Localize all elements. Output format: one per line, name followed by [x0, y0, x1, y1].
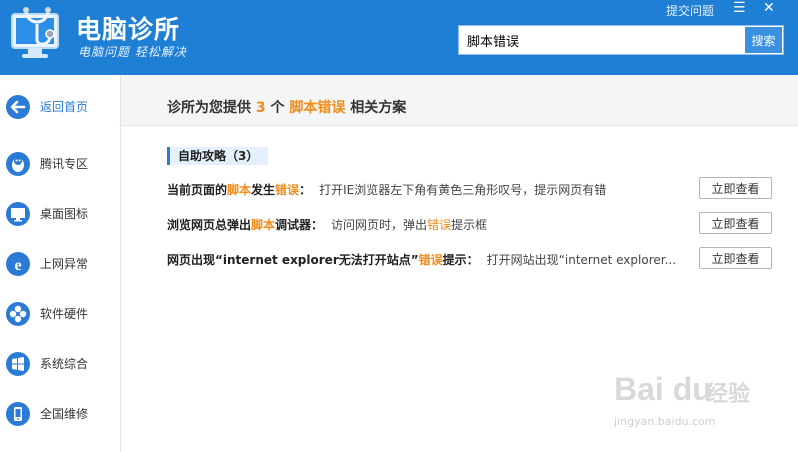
search-keyword: 脚本错误 — [289, 100, 346, 116]
sidebar-item-software-hardware[interactable]: 软件硬件 — [0, 294, 120, 334]
sidebar-item-label: 腾讯专区 — [40, 157, 89, 171]
sidebar: 返回首页 腾讯专区 桌面图标 e 上网异常 软件硬件 系统综合 全国维修 — [0, 75, 121, 452]
sidebar-item-label: 返回首页 — [40, 100, 89, 114]
app-title: 电脑诊所 — [76, 15, 181, 44]
result-title[interactable]: 浏览网页总弹出脚本调试器： — [167, 218, 323, 232]
sidebar-item-label: 上网异常 — [40, 257, 89, 271]
svg-text:e: e — [14, 257, 21, 274]
view-now-button[interactable]: 立即查看 — [699, 177, 772, 199]
result-row: 网页出现“internet explorer无法打开站点”错误提示： 打开网站出现… — [167, 247, 777, 271]
sidebar-item-internet[interactable]: e 上网异常 — [0, 244, 120, 284]
sidebar-item-label: 全国维修 — [40, 407, 89, 421]
view-now-button[interactable]: 立即查看 — [699, 212, 772, 234]
app-logo-icon — [8, 6, 66, 64]
ie-browser-icon: e — [5, 251, 31, 277]
result-title[interactable]: 网页出现“internet explorer无法打开站点”错误提示： — [167, 253, 479, 267]
view-now-button[interactable]: 立即查看 — [699, 247, 772, 269]
puzzle-icon — [5, 301, 31, 327]
result-description: 打开IE浏览器左下角有黄色三角形叹号，提示网页有错 — [319, 183, 607, 197]
result-row: 浏览网页总弹出脚本调试器： 访问网页时，弹出错误提示框 立即查看 — [167, 212, 777, 236]
sidebar-item-home[interactable]: 返回首页 — [0, 87, 120, 127]
monitor-icon — [5, 201, 31, 227]
search-input[interactable] — [459, 26, 755, 54]
search-box: 搜索 — [458, 25, 784, 55]
results-heading: 诊所为您提供 3 个 脚本错误 相关方案 — [167, 100, 407, 116]
close-icon[interactable]: ✕ — [763, 0, 775, 16]
phone-icon — [5, 401, 31, 427]
sidebar-item-desktop[interactable]: 桌面图标 — [0, 194, 120, 234]
result-description: 访问网页时，弹出错误提示框 — [331, 218, 488, 232]
search-button[interactable]: 搜索 — [745, 27, 782, 53]
sidebar-item-system[interactable]: 系统综合 — [0, 344, 120, 384]
menu-icon[interactable]: ☰ — [733, 0, 746, 16]
app-slogan: 电脑问题 轻松解决 — [78, 45, 187, 59]
sidebar-item-label: 桌面图标 — [40, 207, 89, 221]
section-label: 自助攻略（3） — [167, 147, 269, 165]
result-row: 当前页面的脚本发生错误： 打开IE浏览器左下角有黄色三角形叹号，提示网页有错 立即… — [167, 177, 777, 201]
back-arrow-icon — [5, 94, 31, 120]
sidebar-item-tencent[interactable]: 腾讯专区 — [0, 144, 120, 184]
watermark-logo: Bai du — [614, 371, 712, 407]
result-title[interactable]: 当前页面的脚本发生错误： — [167, 183, 311, 197]
baidu-jingyan-watermark: Bai du 经验 jingyan.baidu.com — [614, 371, 794, 441]
app-header: 电脑诊所 电脑问题 轻松解决 提交问题 ☰ ✕ 搜索 — [0, 0, 798, 75]
result-description: 打开网站出现“internet explorer... — [486, 253, 677, 267]
sidebar-item-repair[interactable]: 全国维修 — [0, 394, 120, 434]
report-problem-link[interactable]: 提交问题 — [666, 2, 714, 19]
sidebar-item-label: 系统综合 — [40, 357, 89, 371]
watermark-url: jingyan.baidu.com — [614, 415, 716, 428]
results-count: 3 — [255, 100, 266, 116]
results-header: 诊所为您提供 3 个 脚本错误 相关方案 — [121, 75, 798, 126]
sidebar-item-label: 软件硬件 — [40, 307, 89, 321]
windows-icon — [5, 351, 31, 377]
watermark-cn: 经验 — [706, 382, 751, 407]
qq-penguin-icon — [5, 151, 31, 177]
